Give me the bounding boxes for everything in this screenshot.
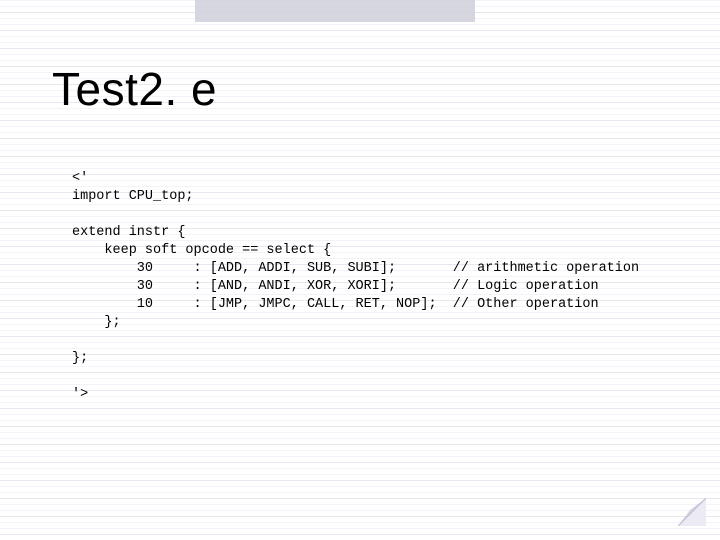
page-curl-icon [678, 498, 706, 526]
code-block: <' import CPU_top; extend instr { keep s… [72, 170, 639, 404]
slide: Test2. e <' import CPU_top; extend instr… [0, 0, 720, 540]
slide-title: Test2. e [52, 62, 217, 116]
header-accent-bar [195, 0, 475, 22]
